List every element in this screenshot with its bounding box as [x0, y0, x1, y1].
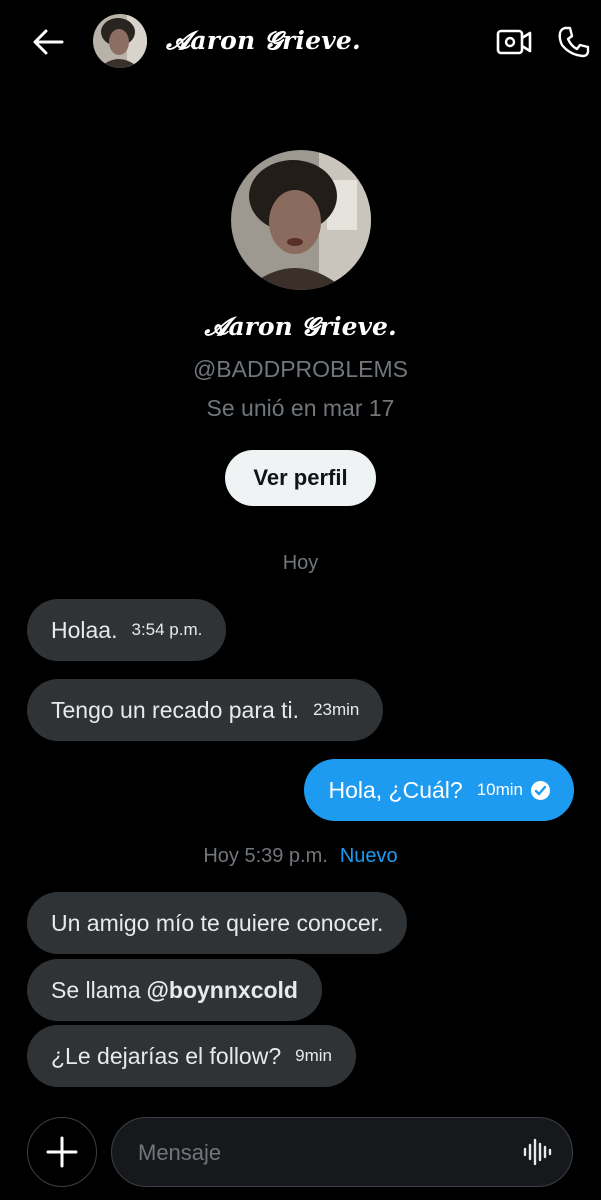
voice-waveform-icon — [523, 1138, 552, 1166]
message-input-wrapper[interactable] — [111, 1117, 573, 1188]
message-bubble[interactable]: Tengo un recado para ti. 23min — [27, 679, 384, 741]
message-text: Holaa. — [51, 616, 118, 643]
message-text: Un amigo mío te quiere conocer. — [51, 909, 384, 936]
profile-card: 𝓐aron 𝓖rieve. @BADDPROBLEMS Se unió en m… — [0, 150, 601, 506]
plus-icon — [46, 1136, 78, 1168]
video-camera-icon — [496, 29, 532, 55]
video-call-button[interactable] — [494, 22, 534, 62]
phone-icon — [558, 26, 590, 58]
date-separator-label: Hoy — [282, 552, 319, 574]
message-time: 9min — [295, 1046, 332, 1065]
profile-avatar[interactable] — [230, 150, 371, 290]
message-text: Se llama — [51, 976, 141, 1003]
profile-joined-date: Se unió en mar 17 — [206, 395, 395, 421]
message-bubble[interactable]: Un amigo mío te quiere conocer. — [27, 892, 408, 954]
message-bubble-outgoing[interactable]: Hola, ¿Cuál? 10min — [304, 759, 574, 821]
voice-call-button[interactable] — [554, 22, 594, 62]
date-separator-new: Hoy 5:39 p.m. Nuevo — [0, 845, 601, 868]
message-bubble[interactable]: ¿Le dejarías el follow? 9min — [27, 1025, 356, 1087]
message-bubble[interactable]: Se llama @boynnxcold — [27, 959, 322, 1021]
view-profile-button[interactable]: Ver perfil — [225, 450, 376, 506]
back-button[interactable] — [28, 22, 68, 62]
message-time: 3:54 p.m. — [131, 620, 203, 639]
date-separator: Hoy — [0, 552, 601, 575]
message-text: Tengo un recado para ti. — [51, 696, 300, 723]
message-text: ¿Le dejarías el follow? — [51, 1042, 282, 1069]
header-avatar[interactable] — [93, 14, 147, 68]
message-text: Hola, ¿Cuál? — [328, 776, 463, 803]
message-input[interactable] — [136, 1118, 500, 1188]
profile-name: 𝓐aron 𝓖rieve. — [204, 312, 397, 341]
voice-message-button[interactable] — [520, 1135, 554, 1169]
arrow-left-icon — [33, 29, 64, 55]
date-separator-label: Hoy 5:39 p.m. — [203, 845, 328, 867]
new-messages-badge: Nuevo — [339, 845, 398, 867]
top-bar: 𝓐aron 𝓖rieve. — [0, 0, 601, 82]
add-media-button[interactable] — [27, 1117, 97, 1187]
message-time: 10min — [476, 780, 523, 799]
message-composer — [27, 1117, 573, 1188]
message-bubble[interactable]: Holaa. 3:54 p.m. — [27, 599, 227, 661]
header-contact-name[interactable]: 𝓐aron 𝓖rieve. — [166, 26, 361, 56]
profile-handle: @BADDPROBLEMS — [192, 356, 409, 382]
read-check-icon — [531, 780, 550, 800]
message-time: 23min — [313, 700, 360, 719]
mention-link[interactable]: @boynnxcold — [146, 977, 298, 1004]
